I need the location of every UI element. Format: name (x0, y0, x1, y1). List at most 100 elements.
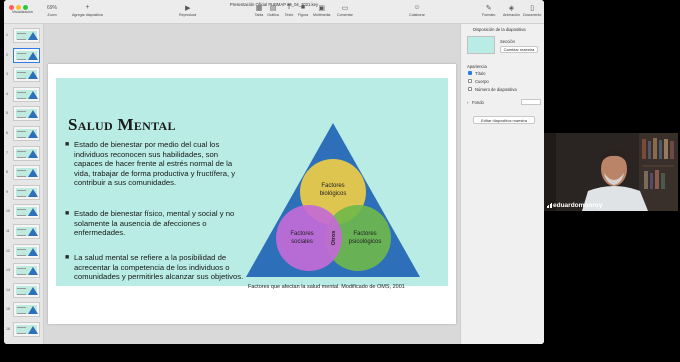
view-button[interactable]: Visualización (12, 9, 33, 14)
bullet-text: La salud mental se refiere a la posibili… (74, 253, 244, 282)
slide-thumbnail[interactable] (13, 47, 40, 63)
animate-label: Animación (503, 13, 520, 17)
slide-thumbnail[interactable] (13, 145, 40, 161)
chart-icon: ▤ (269, 4, 277, 12)
thumbnail-text-lines (17, 91, 26, 99)
slide-thumbnail[interactable] (13, 86, 40, 102)
slide-thumbnail[interactable] (13, 106, 40, 122)
table-label: Tabla (254, 13, 264, 17)
thumbnail-text-lines (17, 229, 26, 236)
document-label: Documento (523, 13, 542, 17)
slide-number: 15 (6, 307, 10, 312)
thumbnail-triangle (28, 228, 38, 236)
play-icon: ▶ (185, 4, 191, 12)
slide-number-checkbox[interactable] (468, 87, 472, 91)
thumbnail-triangle (28, 71, 38, 80)
section-label: Sección (500, 39, 515, 44)
slide-thumbnail[interactable] (13, 224, 40, 239)
slide-number: 5 (6, 111, 8, 116)
slide-canvas: Salud Mental ■ Estado de bienestar por m… (44, 24, 460, 344)
slide-thumbnail[interactable] (13, 243, 40, 259)
collaborate-button[interactable]: ☺ Colaborar (409, 3, 425, 17)
chevron-right-icon[interactable]: › (467, 100, 468, 105)
text-button[interactable]: T Texto (283, 3, 295, 17)
table-icon: ▦ (255, 4, 263, 12)
body-checkbox[interactable] (468, 79, 472, 83)
bullet-text: Estado de bienestar físico, mental y soc… (74, 209, 235, 238)
appearance-label: Apariencia (467, 64, 487, 69)
slide-thumbnail[interactable] (13, 67, 40, 83)
biological-label-line2: biológicos (320, 191, 347, 197)
video-tile[interactable]: eduardomonroy (544, 133, 678, 211)
slide[interactable]: Salud Mental ■ Estado de bienestar por m… (48, 64, 456, 324)
comment-label: Comentar (337, 13, 353, 17)
slide-thumbnail[interactable] (13, 322, 40, 337)
thumbnail-text-lines (17, 209, 26, 217)
document-button[interactable]: ▯ Documento (523, 3, 542, 18)
bullet-icon: ■ (65, 141, 70, 148)
slide-thumbnail[interactable] (13, 282, 40, 298)
play-label: Reproducir (179, 13, 197, 17)
add-slide-label: Agregar diapositiva (72, 13, 103, 17)
chart-button[interactable]: ▤ Gráfica (267, 3, 279, 18)
slide-thumbnail[interactable] (13, 302, 40, 318)
format-label: Formato (482, 13, 496, 17)
title-checkbox[interactable] (468, 71, 472, 75)
zoom-control[interactable]: 69% Zoom (46, 3, 58, 18)
biological-label-line1: Factores (321, 183, 344, 189)
slide-thumbnail[interactable] (13, 263, 40, 279)
animate-button[interactable]: ◈ Animación (503, 3, 520, 18)
psychological-label-line1: Factores (353, 231, 376, 237)
thumbnail-text-lines (17, 72, 26, 80)
collaborate-label: Colaborar (409, 13, 425, 17)
comment-icon: ▭ (341, 4, 349, 12)
body-option-label: Cuerpo (475, 79, 489, 84)
thumbnail-triangle (28, 188, 38, 197)
master-thumbnail[interactable] (467, 36, 495, 54)
thumbnail-triangle (28, 32, 38, 40)
zoom-value: 69% (46, 4, 57, 11)
text-icon: T (286, 4, 292, 11)
thumbnail-text-lines (17, 33, 26, 40)
format-button[interactable]: ✎ Formato (482, 3, 496, 18)
media-label: Multimedia (313, 13, 331, 17)
add-slide-button[interactable]: + Agregar diapositiva (72, 3, 103, 17)
background-color-well[interactable] (521, 99, 541, 105)
animate-icon: ◈ (508, 4, 515, 12)
slide-thumbnail[interactable] (13, 28, 40, 43)
play-button[interactable]: ▶ Reproducir (179, 3, 197, 18)
thumbnail-triangle (28, 267, 38, 276)
slide-thumbnail[interactable] (13, 204, 40, 220)
edit-master-button[interactable]: Editar diapositiva maestra (473, 116, 535, 124)
text-label: Texto (284, 13, 294, 17)
psychological-label-line2: psicológicos (349, 239, 382, 245)
slide-number: 12 (6, 248, 10, 253)
change-master-button[interactable]: Cambiar maestra (500, 46, 538, 53)
thumbnail-triangle (28, 326, 38, 334)
slide-number: 3 (6, 72, 8, 77)
slide-number: 1 (6, 33, 8, 37)
document-icon: ▯ (530, 4, 535, 12)
thumbnail-text-lines (17, 131, 26, 138)
slide-thumbnail[interactable] (13, 184, 40, 200)
media-button[interactable]: ▣ Multimedia (313, 3, 331, 18)
social-label-line2: sociales (291, 239, 313, 245)
diagram-caption: Factores que afectan la salud mental. Mo… (248, 284, 405, 290)
collaborate-icon: ☺ (413, 4, 421, 11)
thumbnail-triangle (28, 247, 38, 256)
slide-navigator: 1 2 3 4 5 6 7 8 9 10 11 12 13 14 15 16 (4, 24, 44, 344)
mental-health-factors-diagram: Factores biológicos Factores sociales Fa… (246, 123, 420, 277)
slide-number: 13 (6, 268, 10, 273)
participant-video (544, 133, 678, 211)
slide-number: 11 (6, 229, 10, 233)
comment-button[interactable]: ▭ Comentar (337, 3, 353, 18)
thumbnail-text-lines (17, 52, 26, 60)
table-button[interactable]: ▦ Tabla (253, 3, 265, 18)
participant-name: eduardomonroy (553, 202, 603, 209)
slide-thumbnail[interactable] (13, 165, 40, 181)
slide-thumbnail[interactable] (13, 126, 40, 141)
shape-button[interactable]: ■ Figura (297, 3, 309, 17)
view-label: Visualización (12, 10, 33, 14)
thumbnail-text-lines (17, 111, 26, 119)
slide-number: 8 (6, 170, 8, 175)
